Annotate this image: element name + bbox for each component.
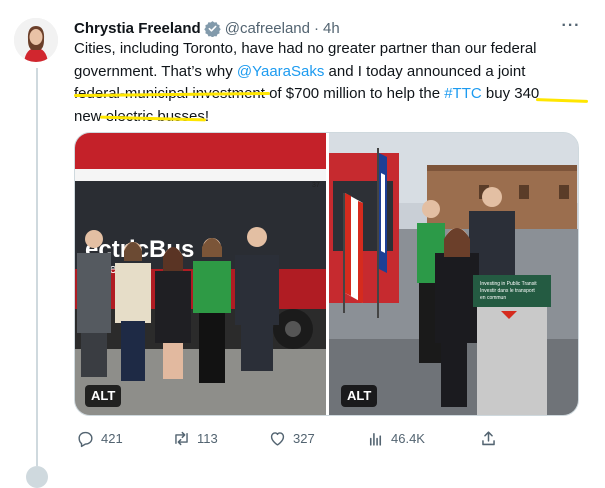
heart-icon (270, 431, 285, 446)
author-avatar[interactable] (14, 18, 58, 62)
header-separator: · (314, 19, 319, 37)
retweet-icon (175, 431, 188, 445)
bus-group-photo: ectricBus re 37 (75, 133, 326, 415)
tweet-text-segment: government. That’s why (74, 62, 237, 80)
tweet-header: Chrystia Freeland @cafreeland · 4h (74, 17, 340, 39)
author-handle[interactable]: @cafreeland (225, 20, 310, 37)
tweet-text-segment: and I today announced a joint (324, 62, 526, 80)
alt-text-badge[interactable]: ALT (341, 385, 378, 407)
tweet-media-grid: ectricBus re 37 (74, 132, 579, 416)
podium-sign-line-1: Investing in Public Transit (480, 281, 537, 287)
tweet-text-line-2: government. That’s why @YaaraSaks and I … (74, 61, 579, 84)
media-photo-1[interactable]: ectricBus re 37 (75, 133, 326, 415)
thread-connector-line (36, 68, 38, 466)
podium-announcement-photo: Investing in Public Transit Investir dan… (329, 133, 578, 415)
tweet-text: Cities, including Toronto, have had no g… (74, 38, 579, 128)
tweet-text-segment: buy (481, 85, 515, 102)
podium-sign-line-2: Investir dans le transport (480, 288, 535, 294)
views-chart-icon (369, 432, 382, 446)
tweet-text-line-1: Cities, including Toronto, have had no g… (74, 40, 537, 57)
retweet-button[interactable]: 113 (172, 427, 218, 449)
tweet-text-segment: ! (204, 107, 210, 125)
like-count: 327 (293, 430, 315, 446)
reply-button[interactable]: 421 (76, 427, 123, 449)
verified-badge-icon[interactable] (204, 20, 221, 37)
podium-sign-line-3: en commun (480, 295, 506, 301)
bus-number-text: 37 (312, 182, 320, 189)
tweet-text-segment: of $700 million to help the (264, 85, 445, 102)
avatar-photo (14, 18, 58, 62)
media-photo-2[interactable]: Investing in Public Transit Investir dan… (329, 133, 578, 415)
hashtag-link[interactable]: #TTC (444, 85, 482, 102)
views-count: 46.4K (391, 430, 425, 446)
share-icon (482, 430, 495, 445)
reply-icon (78, 431, 93, 447)
more-options-icon[interactable]: ··· (560, 16, 582, 38)
reply-count: 421 (101, 430, 123, 446)
next-tweet-avatar[interactable] (26, 466, 48, 488)
share-button[interactable] (479, 427, 504, 449)
mention-link[interactable]: @YaaraSaks (237, 63, 325, 80)
views-button[interactable]: 46.4K (366, 427, 425, 449)
retweet-count: 113 (197, 430, 218, 446)
tweet-actions-bar: 421 113 327 46.4K (74, 427, 579, 449)
tweet-timestamp[interactable]: 4h (323, 20, 340, 37)
like-button[interactable]: 327 (268, 427, 315, 449)
alt-text-badge[interactable]: ALT (85, 385, 122, 407)
author-name[interactable]: Chrystia Freeland (74, 20, 201, 37)
